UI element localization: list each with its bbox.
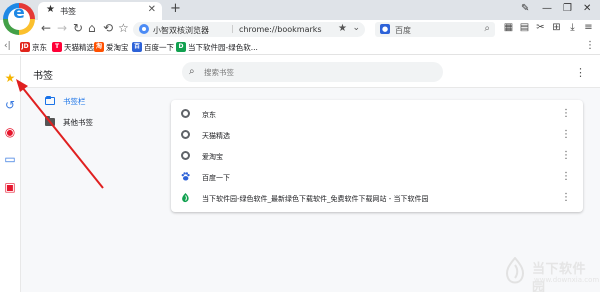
globe-icon <box>181 109 190 118</box>
chevron-down-icon[interactable]: ⌄ <box>352 23 360 33</box>
baidu-paw-icon: 百 <box>132 42 142 52</box>
more-vertical-icon[interactable]: ⋮ <box>585 40 595 51</box>
edit-icon[interactable]: ✎ <box>521 3 529 14</box>
watermark: 当下软件园 www.downxia.com <box>502 255 600 292</box>
baidu-paw-icon: ● <box>380 24 390 34</box>
address-bar[interactable]: 小智双核浏览器 | chrome://bookmarks ★ ⌄ <box>133 22 365 37</box>
folder-bookmarks-bar[interactable]: 书签栏 <box>45 94 86 108</box>
search-icon[interactable]: ⌕ <box>484 23 490 34</box>
weibo-icon[interactable]: ◉ <box>3 125 17 139</box>
bookmark-label: 百度一下 <box>144 42 174 52</box>
minimize-button[interactable]: — <box>542 3 552 14</box>
search-icon: ⌕ <box>189 66 195 77</box>
bookmark-star-icon[interactable]: ★ <box>338 23 347 34</box>
more-vertical-icon[interactable]: ⋮ <box>575 66 586 79</box>
favorite-star-icon[interactable]: ☆ <box>118 21 129 35</box>
list-item[interactable]: 百度一下 ⋮ <box>171 168 583 186</box>
more-vertical-icon[interactable]: ⋮ <box>561 150 571 161</box>
tab-bookmarks[interactable]: ★ 书签 ✕ <box>38 2 162 20</box>
folder-icon <box>45 116 55 126</box>
screenshot-icon[interactable]: ✂ <box>535 22 546 33</box>
watermark-title: 当下软件园 <box>532 262 587 292</box>
favorites-star-icon[interactable]: ★ <box>3 71 17 85</box>
folder-label: 书签栏 <box>63 96 86 106</box>
omnibox-separator: | <box>231 24 234 33</box>
back-button[interactable]: ← <box>41 21 51 35</box>
browser-logo-icon: e <box>3 3 35 35</box>
list-item[interactable]: 当下软件园-绿色软件_最新绿色下载软件_免费软件下载网站 - 当下软件园 ⋮ <box>171 189 583 207</box>
close-tab-icon[interactable]: ✕ <box>148 4 156 15</box>
globe-icon <box>181 130 190 139</box>
history-icon[interactable]: ↺ <box>3 98 17 112</box>
bookmark-tmall[interactable]: T 天猫精选 <box>52 41 94 53</box>
search-engine-name: 百度 <box>395 26 411 35</box>
bookmark-title: 爱淘宝 <box>202 153 223 161</box>
reload-button[interactable]: ↻ <box>73 21 83 35</box>
more-vertical-icon[interactable]: ⋮ <box>561 192 571 203</box>
site-security-icon <box>139 24 149 34</box>
bookmark-title: 当下软件园-绿色软件_最新绿色下载软件_免费软件下载网站 - 当下软件园 <box>202 195 429 203</box>
page-title: 书签 <box>33 71 53 82</box>
tab-strip: ★ 书签 ✕ + ✎ — ❐ ✕ <box>0 0 600 20</box>
close-window-button[interactable]: ✕ <box>583 3 591 14</box>
jd-icon: JD <box>20 42 30 52</box>
bookmarks-search[interactable]: ⌕ <box>182 62 443 82</box>
more-vertical-icon[interactable]: ⋮ <box>561 108 571 119</box>
home-button[interactable]: ⌂ <box>88 21 96 35</box>
more-vertical-icon[interactable]: ⋮ <box>561 171 571 182</box>
download-icon[interactable]: ⤓ <box>567 22 578 33</box>
baidu-paw-icon <box>181 172 190 181</box>
folder-open-icon <box>45 96 55 105</box>
undo-close-button[interactable]: ⟲ <box>103 21 113 35</box>
menu-icon[interactable]: ≡ <box>583 22 594 33</box>
bookmark-downxia[interactable]: D 当下软件园-绿色软... <box>176 41 258 53</box>
star-icon: ★ <box>46 4 55 15</box>
downxia-icon: D <box>176 42 186 52</box>
search-engine-box[interactable]: ● 百度 ⌕ <box>375 22 495 37</box>
downxia-logo-icon <box>505 257 525 284</box>
new-tab-button[interactable]: + <box>170 1 181 16</box>
site-name: 小智双核浏览器 <box>153 26 209 35</box>
search-input[interactable] <box>204 66 434 78</box>
watermark-url: www.downxia.com <box>534 276 600 284</box>
grid-icon[interactable]: ⊞ <box>551 22 562 33</box>
url-text[interactable]: chrome://bookmarks <box>239 25 322 34</box>
tab-title: 书签 <box>60 7 76 16</box>
bookmark-baidu[interactable]: 百 百度一下 <box>132 41 174 53</box>
globe-icon <box>181 151 190 160</box>
forward-button[interactable]: → <box>57 21 67 35</box>
downxia-icon <box>181 193 190 203</box>
restore-button[interactable]: ❐ <box>563 3 572 14</box>
bookmark-title: 京东 <box>202 111 216 119</box>
list-item[interactable]: 天猫精选 ⋮ <box>171 126 583 144</box>
bookmark-label: 天猫精选 <box>64 42 94 52</box>
tmall-icon: T <box>52 42 62 52</box>
bookmarks-bar: ‹| JD 京东 T 天猫精选 淘 爱淘宝 百 百度一下 D 当下软件园-绿色软… <box>0 39 600 55</box>
list-item[interactable]: 京东 ⋮ <box>171 105 583 123</box>
folder-other-bookmarks[interactable]: 其他书签 <box>45 115 93 129</box>
reader-icon[interactable]: ▣ <box>3 180 17 194</box>
bookmark-title: 天猫精选 <box>202 132 230 140</box>
bookmark-title: 百度一下 <box>202 174 230 182</box>
grid-apps-icon[interactable]: ▤ <box>519 22 530 33</box>
qr-code-icon[interactable]: ▦ <box>503 22 514 33</box>
card-icon[interactable]: ▭ <box>3 152 17 166</box>
bookmark-aitaobao[interactable]: 淘 爱淘宝 <box>94 41 129 53</box>
folder-label: 其他书签 <box>63 117 93 127</box>
bookmark-list: 京东 ⋮ 天猫精选 ⋮ 爱淘宝 ⋮ 百度一下 ⋮ 当下软件园-绿色软件_最新绿色… <box>171 100 583 212</box>
bookmark-label: 当下软件园-绿色软... <box>188 42 258 52</box>
left-sidebar: ★ ↺ ◉ ▭ ▣ <box>0 56 21 292</box>
sidebar-toggle-icon[interactable]: ‹| <box>4 41 11 51</box>
bookmarks-header: 书签 ⌕ ⋮ <box>21 56 600 88</box>
more-vertical-icon[interactable]: ⋮ <box>561 129 571 140</box>
taobao-icon: 淘 <box>94 42 104 52</box>
list-item[interactable]: 爱淘宝 ⋮ <box>171 147 583 165</box>
bookmark-jd[interactable]: JD 京东 <box>20 41 47 53</box>
bookmark-label: 爱淘宝 <box>106 42 129 52</box>
bookmark-label: 京东 <box>32 42 47 52</box>
